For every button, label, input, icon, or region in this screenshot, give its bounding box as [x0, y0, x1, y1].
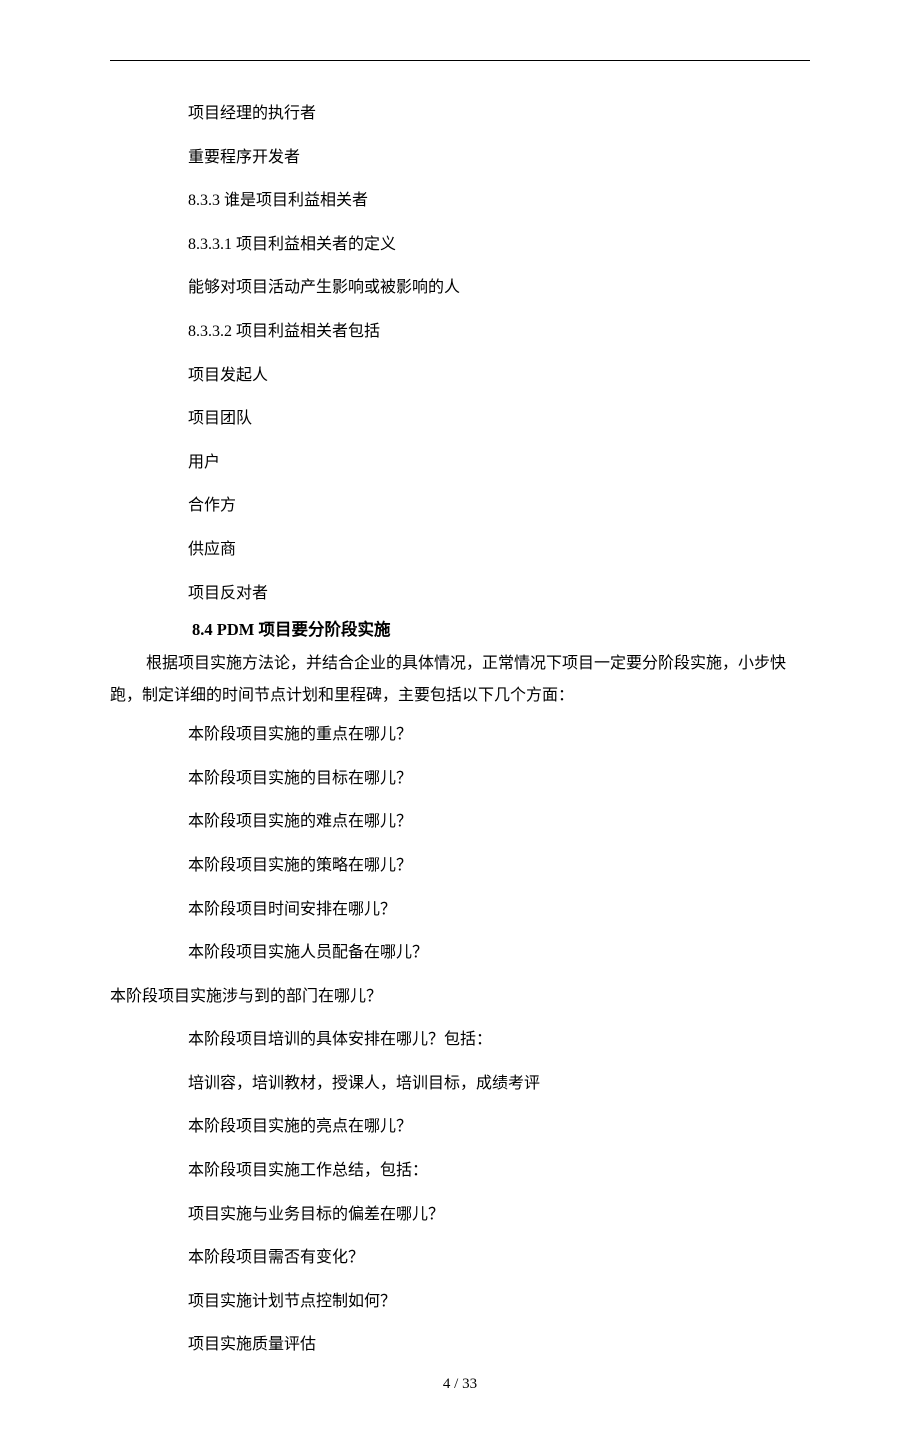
page-footer: 4 / 33 — [110, 1376, 810, 1393]
question-item: 本阶段项目实施的难点在哪儿？ — [110, 809, 810, 835]
section-heading-8332: 8.3.3.2 项目利益相关者包括 — [110, 319, 810, 345]
list-item: 合作方 — [110, 493, 810, 519]
question-item: 本阶段项目实施的目标在哪儿？ — [110, 766, 810, 792]
body-text: 重要程序开发者 — [110, 145, 810, 171]
question-item: 项目实施质量评估 — [110, 1332, 810, 1358]
document-page: 项目经理的执行者 重要程序开发者 8.3.3 谁是项目利益相关者 8.3.3.1… — [0, 0, 920, 1433]
question-item: 本阶段项目实施的策略在哪儿？ — [110, 853, 810, 879]
question-item: 本阶段项目实施的重点在哪儿？ — [110, 722, 810, 748]
page-separator: / — [450, 1376, 462, 1392]
question-item: 本阶段项目实施人员配备在哪儿？ — [110, 940, 810, 966]
question-item: 本阶段项目实施工作总结，包括： — [110, 1158, 810, 1184]
question-item: 本阶段项目实施的亮点在哪儿？ — [110, 1114, 810, 1140]
question-item: 本阶段项目培训的具体安排在哪儿？包括： — [110, 1027, 810, 1053]
question-item: 项目实施与业务目标的偏差在哪儿？ — [110, 1202, 810, 1228]
paragraph: 根据项目实施方法论，并结合企业的具体情况，正常情况下项目一定要分阶段实施，小步快… — [110, 648, 810, 712]
body-text: 项目经理的执行者 — [110, 101, 810, 127]
question-item: 本阶段项目需否有变化？ — [110, 1245, 810, 1271]
body-text: 能够对项目活动产生影响或被影响的人 — [110, 275, 810, 301]
page-total: 33 — [462, 1376, 477, 1392]
list-item: 用户 — [110, 450, 810, 476]
list-item: 项目发起人 — [110, 363, 810, 389]
list-item: 项目反对者 — [110, 581, 810, 607]
page-current: 4 — [443, 1376, 451, 1392]
section-heading-833: 8.3.3 谁是项目利益相关者 — [110, 188, 810, 214]
list-item: 供应商 — [110, 537, 810, 563]
question-item: 本阶段项目实施涉与到的部门在哪儿？ — [110, 984, 810, 1010]
question-item: 本阶段项目时间安排在哪儿？ — [110, 897, 810, 923]
section-heading-8331: 8.3.3.1 项目利益相关者的定义 — [110, 232, 810, 258]
body-text: 培训容，培训教材，授课人，培训目标，成绩考评 — [110, 1071, 810, 1097]
section-heading-84: 8.4 PDM 项目要分阶段实施 — [110, 616, 810, 640]
header-divider — [110, 60, 810, 61]
list-item: 项目团队 — [110, 406, 810, 432]
